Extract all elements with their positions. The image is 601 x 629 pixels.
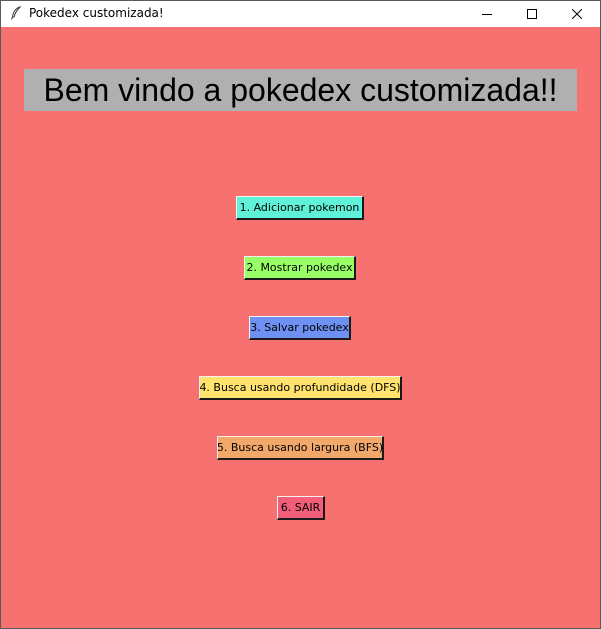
dfs-search-button[interactable]: 4. Busca usando profundidade (DFS) <box>199 376 402 400</box>
bfs-search-button[interactable]: 5. Busca usando largura (BFS) <box>217 436 384 460</box>
show-pokedex-button[interactable]: 2. Mostrar pokedex <box>244 256 356 280</box>
main-panel: Bem vindo a pokedex customizada!! 1. Adi… <box>1 27 600 628</box>
welcome-heading: Bem vindo a pokedex customizada!! <box>24 69 577 111</box>
minimize-button[interactable] <box>464 1 510 27</box>
exit-button[interactable]: 6. SAIR <box>277 496 325 520</box>
app-window: Pokedex customizada! Bem vindo a pokedex… <box>0 0 601 629</box>
maximize-icon <box>527 9 537 19</box>
close-icon <box>572 9 582 19</box>
close-button[interactable] <box>554 1 600 27</box>
add-pokemon-button[interactable]: 1. Adicionar pokemon <box>236 196 364 220</box>
title-bar[interactable]: Pokedex customizada! <box>1 1 600 27</box>
window-title: Pokedex customizada! <box>29 6 164 20</box>
save-pokedex-button[interactable]: 3. Salvar pokedex <box>249 316 351 340</box>
minimize-icon <box>482 9 492 19</box>
feather-icon <box>10 6 22 20</box>
maximize-button[interactable] <box>509 1 555 27</box>
